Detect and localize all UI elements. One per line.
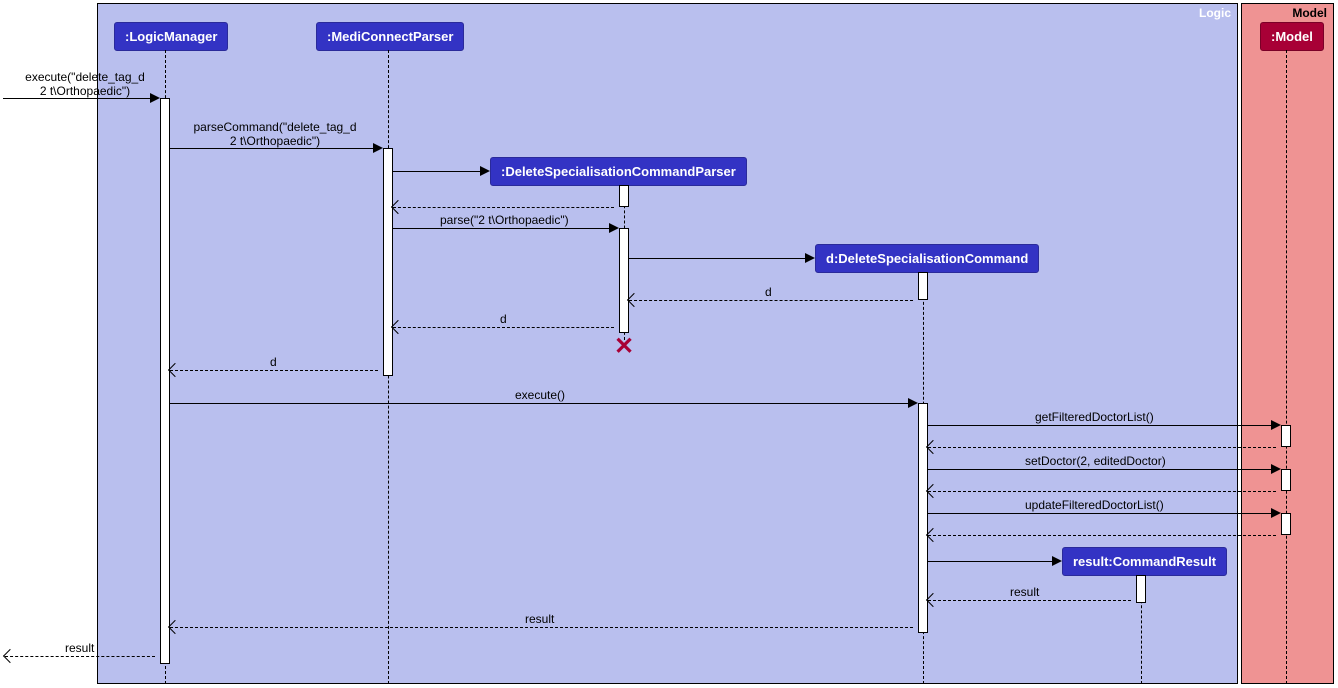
arrowhead-result-out — [3, 649, 17, 663]
participant-model: :Model — [1260, 22, 1324, 51]
arrow-return-d3 — [170, 370, 378, 371]
arrow-return-result2 — [170, 627, 913, 628]
label-result2: result — [525, 612, 554, 626]
participant-deletespeccommand: d:DeleteSpecialisationCommand — [815, 244, 1039, 273]
participant-deletespeccommandparser: :DeleteSpecialisationCommandParser — [490, 157, 747, 186]
arrow-return-setdoctor — [928, 491, 1276, 492]
arrowhead-execute — [908, 398, 918, 408]
activation-cmd-create — [918, 272, 928, 300]
label-parsecommand: parseCommand("delete_tag_d 2 t\Orthopaed… — [175, 120, 375, 148]
arrow-return-result1 — [928, 600, 1131, 601]
arrowhead-setdoctor — [1271, 464, 1281, 474]
arrow-return-d2 — [393, 327, 614, 328]
logic-region-label: Logic — [1199, 6, 1231, 20]
label-setdoctor: setDoctor(2, editedDoctor) — [1025, 454, 1166, 468]
label-d3: d — [270, 355, 277, 369]
participant-mediconnectparser: :MediConnectParser — [316, 22, 464, 51]
arrow-updatefiltered — [928, 513, 1276, 514]
arrow-return-getfiltered — [928, 447, 1276, 448]
arrow-parsecommand — [170, 148, 378, 149]
activation-model-3 — [1281, 513, 1291, 535]
activation-model-2 — [1281, 469, 1291, 491]
arrow-result-out — [5, 656, 155, 657]
arrow-create-result — [928, 561, 1057, 562]
arrowhead-create-cmd — [805, 253, 815, 263]
label-d1: d — [765, 285, 772, 299]
arrowhead-create-parser — [480, 166, 490, 176]
label-execute: execute() — [515, 388, 565, 402]
arrow-return-create-parser — [393, 207, 614, 208]
label-parse: parse("2 t\Orthopaedic") — [440, 213, 569, 227]
model-region: Model — [1241, 3, 1334, 684]
arrowhead-updatefiltered — [1271, 508, 1281, 518]
arrow-execute-in — [3, 98, 155, 99]
arrow-setdoctor — [928, 469, 1276, 470]
arrow-getfiltereddoctorlist — [928, 425, 1276, 426]
arrow-create-parser — [393, 171, 485, 172]
label-d2: d — [500, 312, 507, 326]
label-getfiltereddoctorlist: getFilteredDoctorList() — [1035, 410, 1154, 424]
label-result1: result — [1010, 585, 1039, 599]
arrow-create-cmd — [629, 258, 810, 259]
arrow-parse — [393, 228, 614, 229]
label-execute-in: execute("delete_tag_d 2 t\Orthopaedic") — [10, 70, 160, 98]
activation-logicmanager — [160, 98, 170, 664]
arrow-return-updatefiltered — [928, 535, 1276, 536]
label-result-out: result — [65, 641, 94, 655]
lifeline-model — [1286, 50, 1287, 684]
arrowhead-getfiltereddoctorlist — [1271, 420, 1281, 430]
participant-commandresult: result:CommandResult — [1062, 547, 1227, 576]
model-region-label: Model — [1292, 6, 1327, 20]
activation-mediconnectparser — [383, 148, 393, 376]
activation-model-1 — [1281, 425, 1291, 447]
activation-parser-create — [619, 185, 629, 207]
logic-region: Logic — [97, 3, 1238, 684]
label-updatefiltered: updateFilteredDoctorList() — [1025, 498, 1164, 512]
arrow-return-d1 — [629, 300, 913, 301]
activation-parser-parse — [619, 228, 629, 333]
arrow-execute — [170, 403, 913, 404]
activation-commandresult — [1136, 575, 1146, 603]
arrowhead-create-result — [1052, 556, 1062, 566]
arrowhead-parse — [609, 223, 619, 233]
participant-logicmanager: :LogicManager — [114, 22, 228, 51]
destroy-icon: ✕ — [614, 338, 632, 356]
